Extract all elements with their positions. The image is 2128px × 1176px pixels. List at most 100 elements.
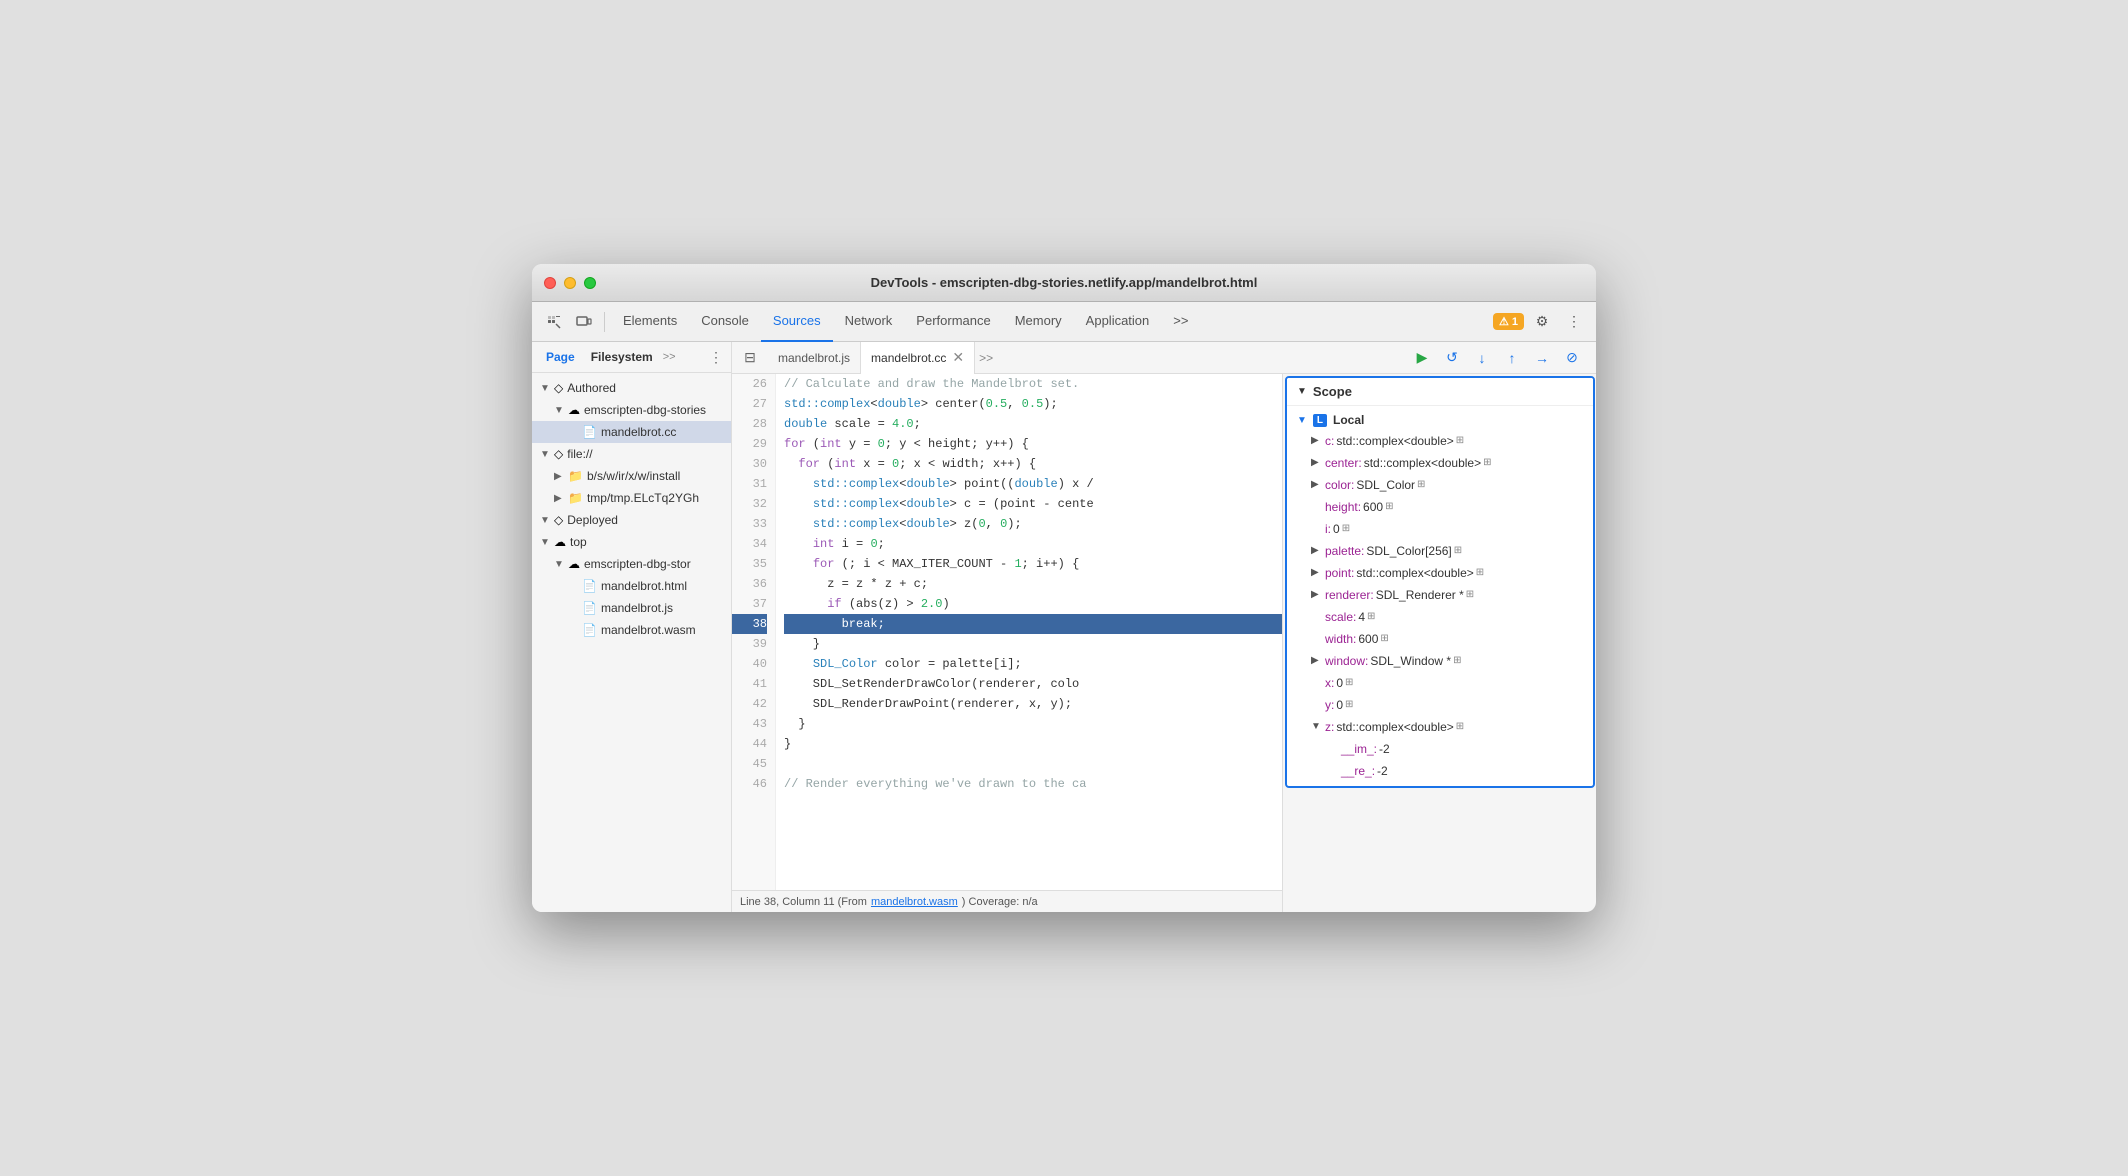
scope-row-palette[interactable]: ▶ palette: SDL_Color[256] ⊞ <box>1287 540 1593 562</box>
file-protocol-icon: ◇ <box>554 447 563 461</box>
code-editor: 26 27 28 29 30 31 32 33 34 35 36 37 <box>732 374 1282 912</box>
tree-item-mandelbrot-wasm[interactable]: 📄 mandelbrot.wasm <box>532 619 731 641</box>
scope-row-x[interactable]: ▶ x: 0 ⊞ <box>1287 672 1593 694</box>
scope-collapse-arrow[interactable]: ▼ <box>1297 386 1307 397</box>
step-out-icon[interactable]: ↑ <box>1500 346 1524 370</box>
minimize-button[interactable] <box>564 277 576 289</box>
devtools-window: DevTools - emscripten-dbg-stories.netlif… <box>532 264 1596 912</box>
code-line-42: SDL_RenderDrawPoint(renderer, x, y); <box>784 694 1282 714</box>
status-bar-link[interactable]: mandelbrot.wasm <box>871 896 958 908</box>
code-content[interactable]: // Calculate and draw the Mandelbrot set… <box>776 374 1282 890</box>
code-line-35: for (; i < MAX_ITER_COUNT - 1; i++) { <box>784 554 1282 574</box>
scope-row-z-im[interactable]: ▶ __im_: -2 <box>1287 738 1593 760</box>
scope-row-height[interactable]: ▶ height: 600 ⊞ <box>1287 496 1593 518</box>
scope-row-scale[interactable]: ▶ scale: 4 ⊞ <box>1287 606 1593 628</box>
code-line-44: } <box>784 734 1282 754</box>
tree-item-deployed[interactable]: ▼ ◇ Deployed <box>532 509 731 531</box>
tab-application[interactable]: Application <box>1074 302 1162 342</box>
tree-item-emscripten-deployed[interactable]: ▼ ☁ emscripten-dbg-stor <box>532 553 731 575</box>
toggle-sidebar-icon[interactable]: ⊟ <box>736 344 764 372</box>
scope-local-arrow: ▼ <box>1297 415 1307 426</box>
tab-network[interactable]: Network <box>833 302 905 342</box>
tree-item-install[interactable]: ▶ 📁 b/s/w/ir/x/w/install <box>532 465 731 487</box>
code-area[interactable]: 26 27 28 29 30 31 32 33 34 35 36 37 <box>732 374 1282 890</box>
code-line-38: break; <box>784 614 1282 634</box>
code-line-31: std::complex<double> point((double) x / <box>784 474 1282 494</box>
editor-tab-mandelbrot-cc[interactable]: mandelbrot.cc ✕ <box>861 342 975 374</box>
step-icon[interactable]: → <box>1530 346 1554 370</box>
warning-badge[interactable]: ⚠ 1 <box>1493 313 1524 330</box>
settings-icon[interactable]: ⚙ <box>1528 308 1556 336</box>
maximize-button[interactable] <box>584 277 596 289</box>
deactivate-breakpoints-icon[interactable]: ⊘ <box>1560 346 1584 370</box>
scope-row-window[interactable]: ▶ window: SDL_Window * ⊞ <box>1287 650 1593 672</box>
tree-item-mandelbrot-js[interactable]: 📄 mandelbrot.js <box>532 597 731 619</box>
scope-row-point[interactable]: ▶ point: std::complex<double> ⊞ <box>1287 562 1593 584</box>
scope-row-renderer[interactable]: ▶ renderer: SDL_Renderer * ⊞ <box>1287 584 1593 606</box>
scope-row-center[interactable]: ▶ center: std::complex<double> ⊞ <box>1287 452 1593 474</box>
editor-tab-mandelbrot-js[interactable]: mandelbrot.js <box>768 342 861 374</box>
code-line-26: // Calculate and draw the Mandelbrot set… <box>784 374 1282 394</box>
code-line-33: std::complex<double> z(0, 0); <box>784 514 1282 534</box>
close-tab-icon[interactable]: ✕ <box>952 349 964 366</box>
code-line-28: double scale = 4.0; <box>784 414 1282 434</box>
scope-header: ▼ Scope <box>1287 378 1593 406</box>
folder-icon-tmp: 📁 <box>568 491 583 505</box>
more-options-icon[interactable]: ⋮ <box>1560 308 1588 336</box>
scope-title: Scope <box>1313 384 1352 399</box>
tree-item-authored[interactable]: ▼ ◇ Authored <box>532 377 731 399</box>
tab-console[interactable]: Console <box>689 302 761 342</box>
scope-row-color[interactable]: ▶ color: SDL_Color ⊞ <box>1287 474 1593 496</box>
authored-section-icon: ◇ <box>554 381 563 395</box>
code-line-27: std::complex<double> center(0.5, 0.5); <box>784 394 1282 414</box>
main-content: Page Filesystem >> ⋮ ▼ ◇ Authored ▼ ☁ em… <box>532 342 1596 912</box>
title-bar: DevTools - emscripten-dbg-stories.netlif… <box>532 264 1596 302</box>
step-over-icon[interactable]: ↺ <box>1440 346 1464 370</box>
cloud-folder-icon: ☁ <box>568 403 580 417</box>
tab-more[interactable]: >> <box>1161 302 1200 342</box>
code-line-45 <box>784 754 1282 774</box>
cloud-top-icon: ☁ <box>554 535 566 549</box>
sidebar-tab-page[interactable]: Page <box>540 348 581 366</box>
tree-item-top[interactable]: ▼ ☁ top <box>532 531 731 553</box>
tree-item-file-protocol[interactable]: ▼ ◇ file:// <box>532 443 731 465</box>
code-line-30: for (int x = 0; x < width; x++) { <box>784 454 1282 474</box>
scope-row-z-re[interactable]: ▶ __re_: -2 <box>1287 760 1593 782</box>
tree-item-emscripten-authored[interactable]: ▼ ☁ emscripten-dbg-stories <box>532 399 731 421</box>
tree-item-mandelbrot-cc[interactable]: 📄 mandelbrot.cc <box>532 421 731 443</box>
scope-row-i[interactable]: ▶ i: 0 ⊞ <box>1287 518 1593 540</box>
scope-row-width[interactable]: ▶ width: 600 ⊞ <box>1287 628 1593 650</box>
resume-icon[interactable]: ▶ <box>1410 346 1434 370</box>
scope-row-z[interactable]: ▼ z: std::complex<double> ⊞ <box>1287 716 1593 738</box>
window-title: DevTools - emscripten-dbg-stories.netlif… <box>871 275 1258 290</box>
sidebar-tab-bar: Page Filesystem >> ⋮ <box>532 342 731 373</box>
scope-row-y[interactable]: ▶ y: 0 ⊞ <box>1287 694 1593 716</box>
code-line-34: int i = 0; <box>784 534 1282 554</box>
tab-memory[interactable]: Memory <box>1003 302 1074 342</box>
close-button[interactable] <box>544 277 556 289</box>
tree-item-mandelbrot-html[interactable]: 📄 mandelbrot.html <box>532 575 731 597</box>
scope-row-c[interactable]: ▶ c: std::complex<double> ⊞ <box>1287 430 1593 452</box>
sidebar-tabs-more[interactable]: >> <box>663 351 676 363</box>
editor-tabs-more[interactable]: >> <box>979 351 993 365</box>
code-line-46: // Render everything we've drawn to the … <box>784 774 1282 794</box>
code-line-32: std::complex<double> c = (point - cente <box>784 494 1282 514</box>
cloud-subfolder-icon: ☁ <box>568 557 580 571</box>
device-toggle-icon[interactable] <box>570 308 598 336</box>
step-into-icon[interactable]: ↓ <box>1470 346 1494 370</box>
scope-local-header[interactable]: ▼ L Local <box>1287 410 1593 430</box>
tab-sources[interactable]: Sources <box>761 302 833 342</box>
tab-performance[interactable]: Performance <box>904 302 1002 342</box>
folder-icon-install: 📁 <box>568 469 583 483</box>
toolbar-right: ⚠ 1 ⚙ ⋮ <box>1493 308 1588 336</box>
code-line-40: SDL_Color color = palette[i]; <box>784 654 1282 674</box>
scope-local-label: Local <box>1333 413 1364 427</box>
tab-elements[interactable]: Elements <box>611 302 689 342</box>
code-line-29: for (int y = 0; y < height; y++) { <box>784 434 1282 454</box>
cursor-inspector-icon[interactable] <box>540 308 568 336</box>
sidebar-menu-button[interactable]: ⋮ <box>709 349 723 366</box>
scope-content: ▼ L Local ▶ c: std::complex<double> ⊞ <box>1287 406 1593 786</box>
sidebar-tab-filesystem[interactable]: Filesystem <box>585 348 659 366</box>
tree-item-tmp[interactable]: ▶ 📁 tmp/tmp.ELcTq2YGh <box>532 487 731 509</box>
code-line-37: if (abs(z) > 2.0) <box>784 594 1282 614</box>
